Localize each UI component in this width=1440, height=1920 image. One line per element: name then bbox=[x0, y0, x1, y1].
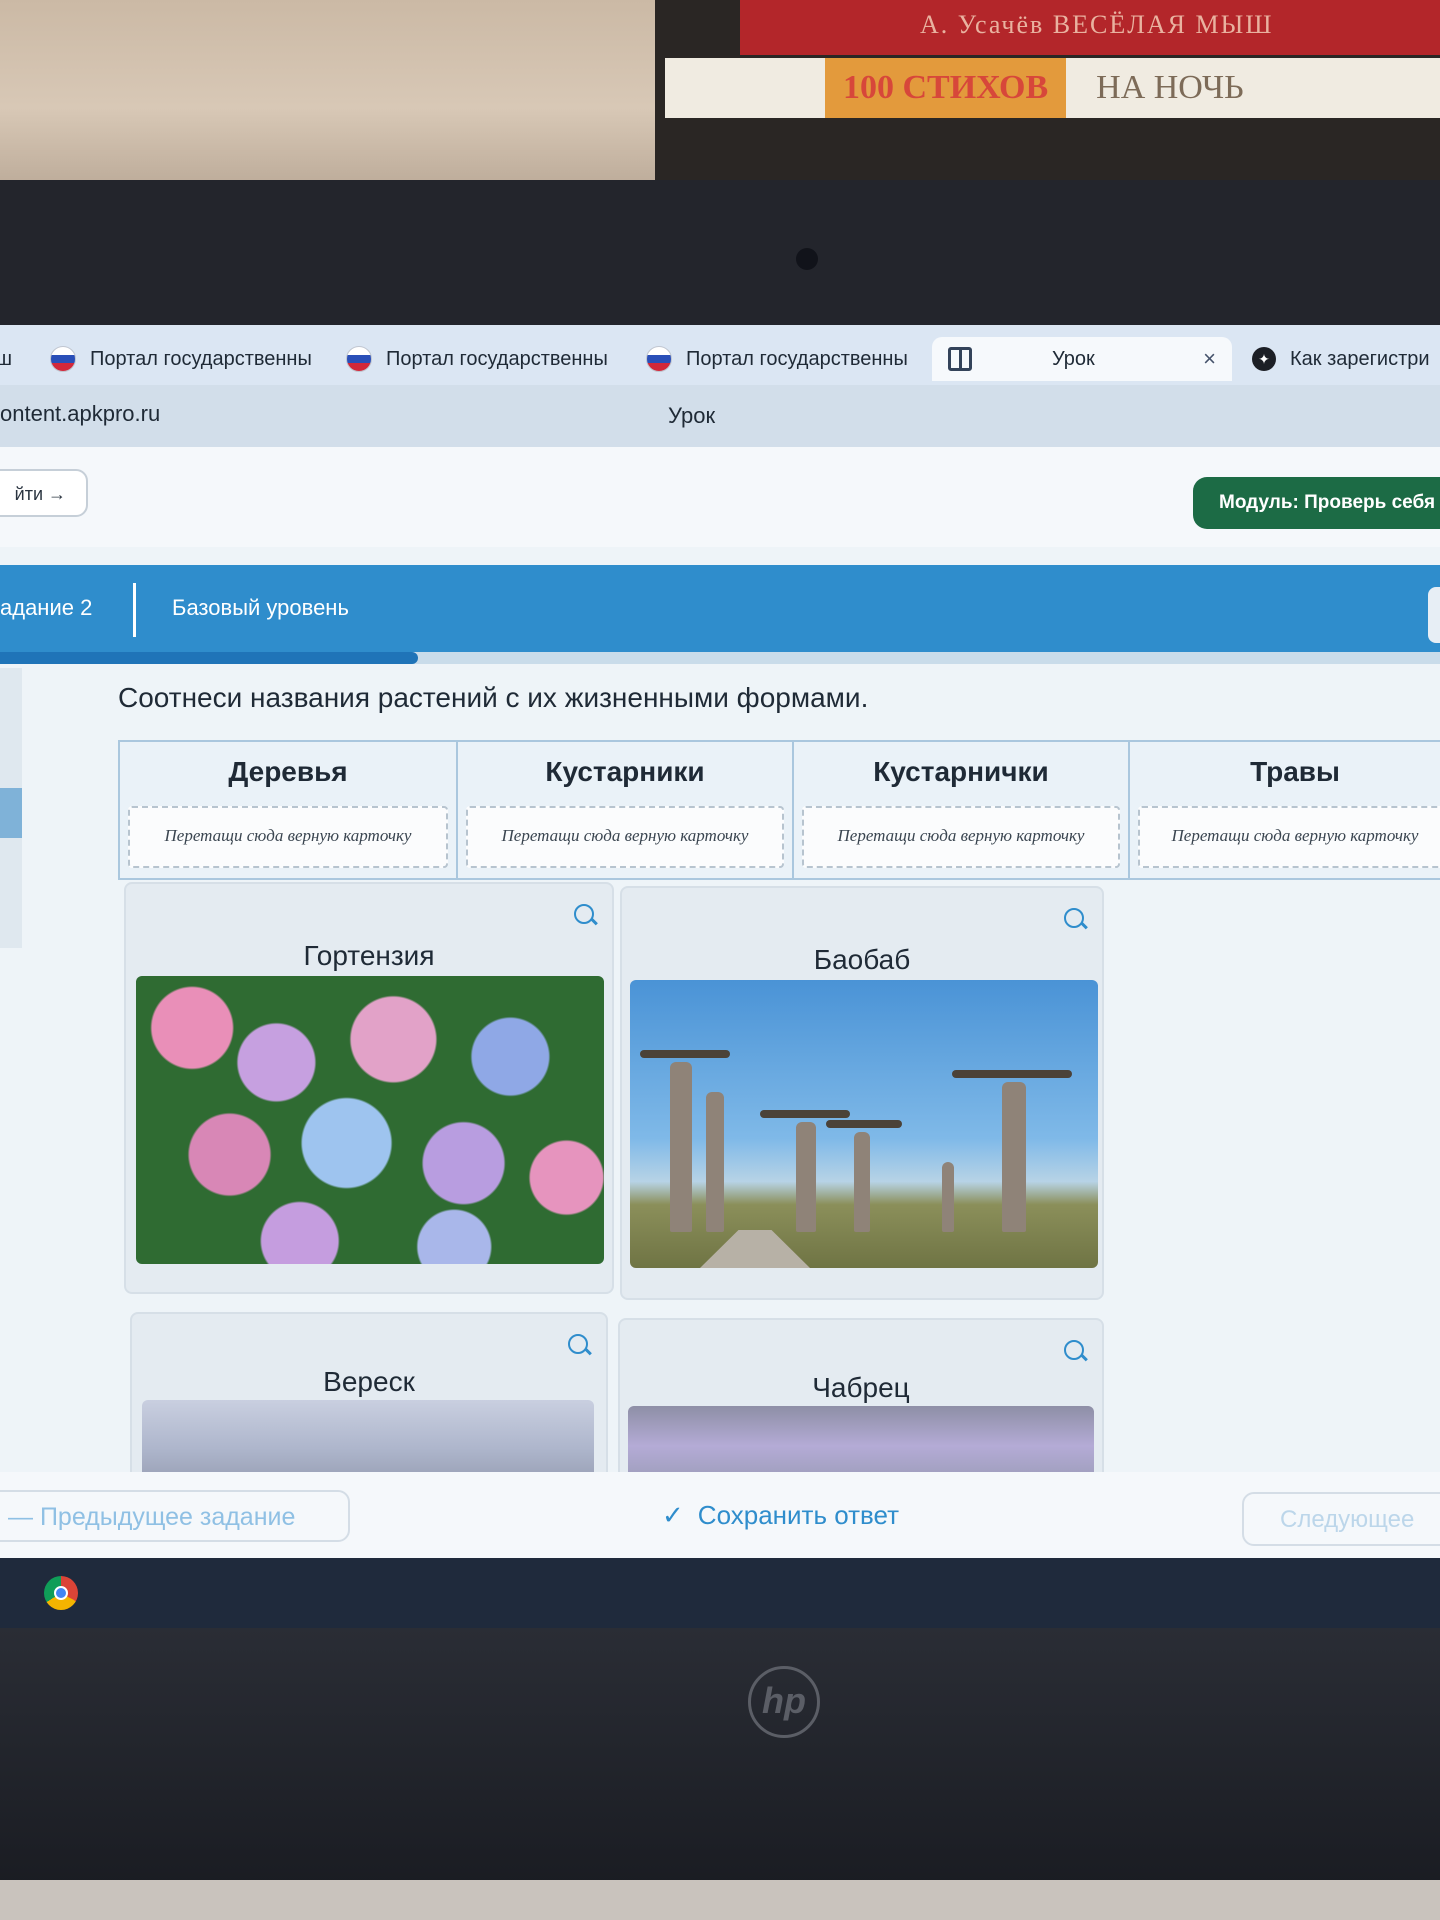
laptop-bezel bbox=[0, 180, 1440, 325]
tab-label: Портал государственны bbox=[686, 347, 908, 370]
close-icon[interactable]: × bbox=[1203, 346, 1216, 372]
site-favicon-icon: ✦ bbox=[1252, 347, 1276, 371]
tab-label: ш bbox=[0, 347, 13, 370]
hydrangea-photo bbox=[136, 976, 604, 1264]
baobab-crown bbox=[826, 1120, 902, 1128]
tab-label: Как зарегистри bbox=[1290, 347, 1430, 370]
category-trees: Деревья Перетащи сюда верную карточку bbox=[120, 742, 456, 878]
road bbox=[700, 1230, 810, 1268]
heather-photo bbox=[142, 1400, 594, 1480]
task-progress-fill bbox=[0, 652, 418, 664]
laptop-screen: ш Портал государственны Портал государст… bbox=[0, 325, 1440, 1628]
page-header: йти → Модуль: Проверь себя bbox=[0, 447, 1440, 547]
divider bbox=[133, 583, 136, 637]
drop-zone[interactable]: Перетащи сюда верную карточку bbox=[802, 806, 1120, 868]
tab-partial[interactable]: ш bbox=[0, 337, 12, 381]
task-side-button[interactable] bbox=[1428, 587, 1440, 643]
bottom-navigation: — Предыдущее задание ✓ Сохранить ответ Сл… bbox=[0, 1472, 1440, 1558]
book-spine-text: НА НОЧЬ bbox=[1096, 69, 1244, 106]
baobab-trunk bbox=[1002, 1082, 1026, 1232]
russia-flag-icon bbox=[50, 346, 76, 372]
module-check-button[interactable]: Модуль: Проверь себя bbox=[1193, 477, 1440, 529]
exit-button[interactable]: йти → bbox=[0, 469, 88, 517]
card-title: Гортензия bbox=[303, 940, 435, 971]
tab-urok-active[interactable]: Урок × bbox=[932, 337, 1232, 381]
book-spine-top: А. Усачёв ВЕСЁЛАЯ МЫШ bbox=[740, 0, 1440, 55]
baobab-crown bbox=[760, 1110, 850, 1118]
baobab-crown bbox=[640, 1050, 730, 1058]
tab-label: Портал государственны bbox=[90, 347, 312, 370]
tab-label: Урок bbox=[1052, 347, 1095, 370]
baobab-trunk bbox=[706, 1092, 724, 1232]
task-header: адание 2 Базовый уровень bbox=[0, 565, 1440, 660]
card-title: Баобаб bbox=[813, 944, 911, 975]
baobab-crown bbox=[952, 1070, 1072, 1078]
tab-label: Портал государственны bbox=[386, 347, 608, 370]
card-title: Вереск bbox=[323, 1366, 415, 1397]
drop-zone[interactable]: Перетащи сюда верную карточку bbox=[466, 806, 784, 868]
tab-app-icon bbox=[948, 347, 972, 371]
plant-card-heather[interactable]: Вереск bbox=[130, 1312, 608, 1496]
save-label: Сохранить ответ bbox=[697, 1500, 900, 1530]
sidebar-strip[interactable] bbox=[0, 668, 22, 948]
book-spine-number: 100 СТИХОВ bbox=[825, 58, 1067, 118]
category-title: Кустарники bbox=[545, 756, 705, 787]
card-title: Чабрец bbox=[812, 1372, 910, 1403]
page-title: Урок bbox=[668, 403, 716, 428]
zoom-icon[interactable] bbox=[568, 1334, 588, 1354]
hp-logo: hp bbox=[748, 1666, 820, 1738]
task-progress-bar bbox=[0, 652, 1440, 664]
drop-zone[interactable]: Перетащи сюда верную карточку bbox=[1138, 806, 1440, 868]
sidebar-active-marker bbox=[0, 788, 22, 838]
russia-flag-icon bbox=[346, 346, 372, 372]
baobab-photo bbox=[630, 980, 1098, 1268]
address-bar: ontent.apkpro.ru Урок bbox=[0, 385, 1440, 447]
tab-portal-1[interactable]: Портал государственны bbox=[50, 337, 312, 381]
russia-flag-icon bbox=[646, 346, 672, 372]
zoom-icon[interactable] bbox=[1064, 908, 1084, 928]
tab-register[interactable]: ✦ Как зарегистри bbox=[1252, 337, 1430, 381]
laptop-lower-bezel bbox=[0, 1628, 1440, 1920]
book-spine-bottom: 100 СТИХОВ НА НОЧЬ bbox=[665, 58, 1440, 118]
category-herbs: Травы Перетащи сюда верную карточку bbox=[1128, 742, 1440, 878]
category-shrubs: Кустарники Перетащи сюда верную карточку bbox=[456, 742, 792, 878]
tab-portal-2[interactable]: Портал государственны bbox=[346, 337, 608, 381]
baobab-trunk bbox=[854, 1132, 870, 1232]
next-task-button[interactable]: Следующее bbox=[1242, 1492, 1440, 1546]
plant-card-hydrangea[interactable]: Гортензия bbox=[124, 882, 614, 1294]
category-title: Деревья bbox=[228, 756, 348, 787]
category-subshrubs: Кустарнички Перетащи сюда верную карточк… bbox=[792, 742, 1128, 878]
category-title: Кустарнички bbox=[873, 756, 1049, 787]
desk-surface bbox=[0, 1880, 1440, 1920]
task-number: адание 2 bbox=[0, 595, 93, 620]
plant-card-baobab[interactable]: Баобаб bbox=[620, 886, 1104, 1300]
tab-portal-3[interactable]: Портал государственны bbox=[646, 337, 908, 381]
drop-zone[interactable]: Перетащи сюда верную карточку bbox=[128, 806, 448, 868]
baobab-trunk bbox=[796, 1122, 816, 1232]
zoom-icon[interactable] bbox=[574, 904, 594, 924]
category-table: Деревья Перетащи сюда верную карточку Ку… bbox=[118, 740, 1440, 880]
zoom-icon[interactable] bbox=[1064, 1340, 1084, 1360]
task-level: Базовый уровень bbox=[172, 595, 349, 620]
save-answer-button[interactable]: ✓ Сохранить ответ bbox=[662, 1500, 899, 1531]
webcam bbox=[796, 248, 818, 270]
baobab-trunk bbox=[942, 1162, 954, 1232]
baobab-trunk bbox=[670, 1062, 692, 1232]
chrome-icon[interactable] bbox=[44, 1576, 78, 1610]
os-taskbar bbox=[0, 1558, 1440, 1628]
check-icon: ✓ bbox=[662, 1500, 684, 1530]
browser-tab-bar: ш Портал государственны Портал государст… bbox=[0, 325, 1440, 385]
url-text[interactable]: ontent.apkpro.ru bbox=[0, 401, 160, 427]
category-title: Травы bbox=[1250, 756, 1340, 787]
previous-task-button[interactable]: — Предыдущее задание bbox=[0, 1490, 350, 1542]
question-text: Соотнеси названия растений с их жизненны… bbox=[118, 682, 869, 713]
